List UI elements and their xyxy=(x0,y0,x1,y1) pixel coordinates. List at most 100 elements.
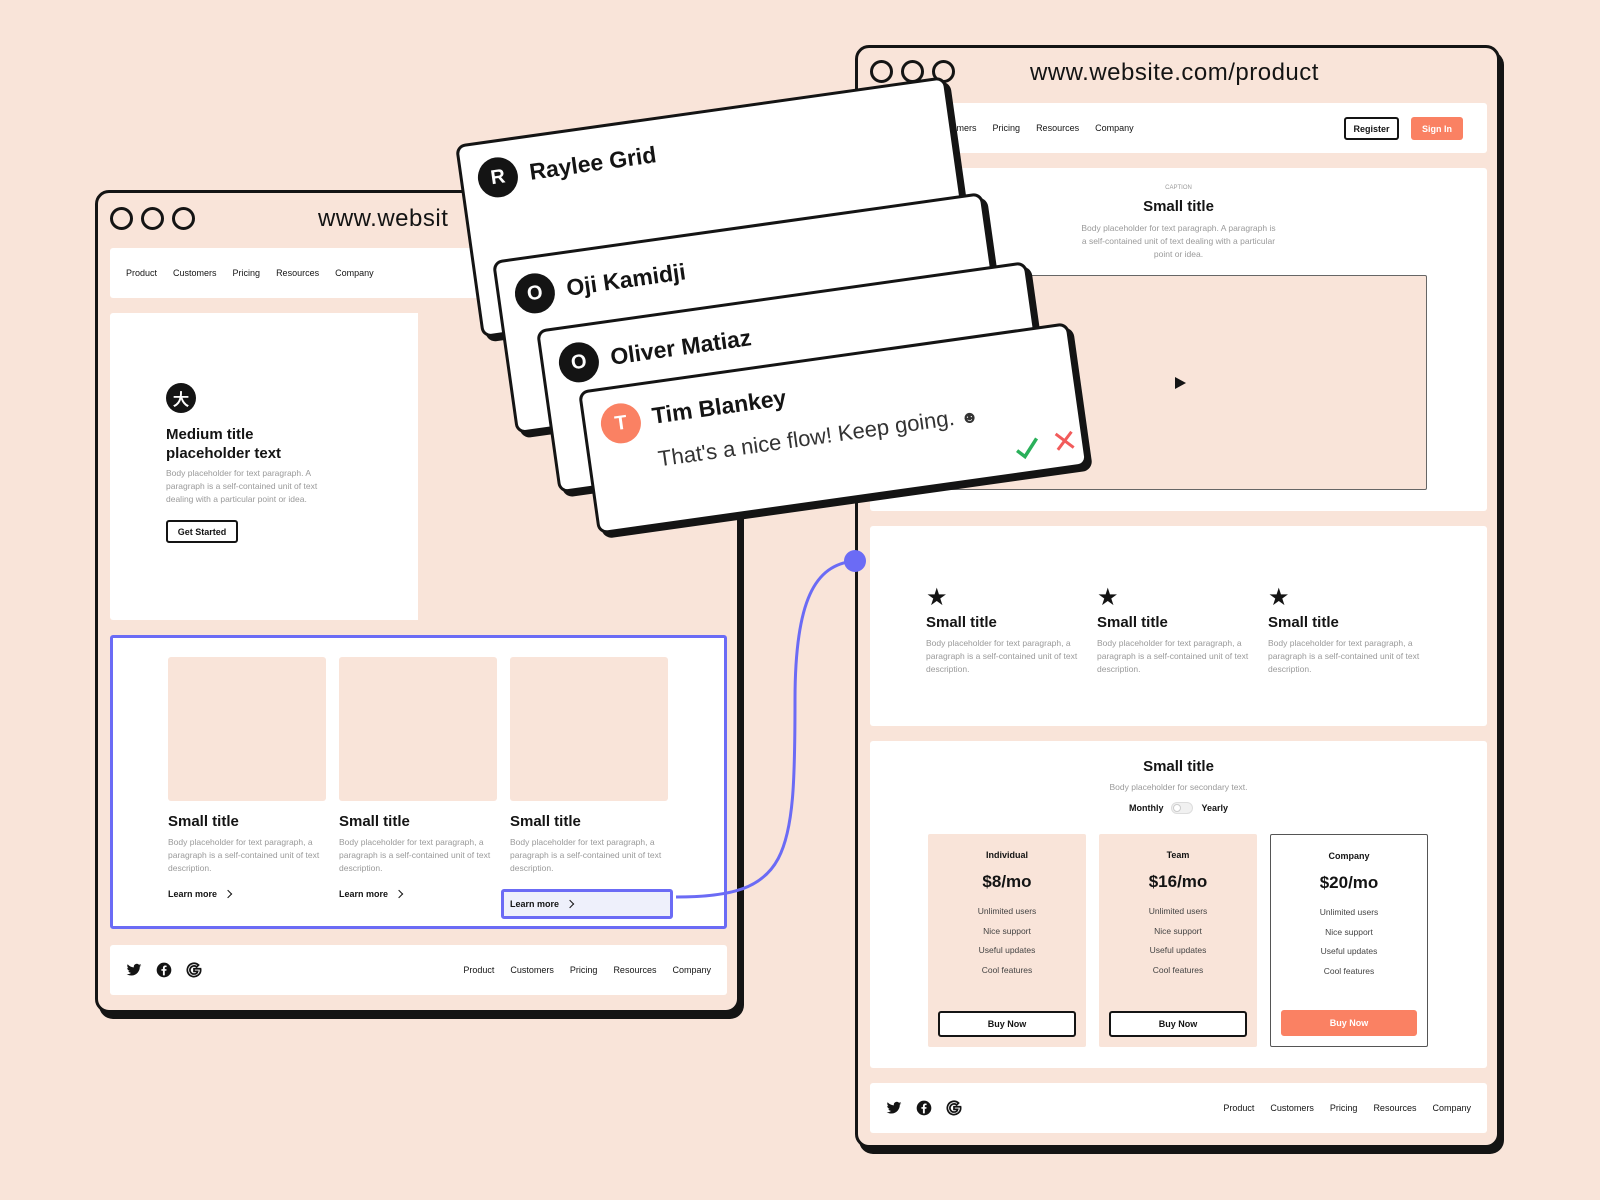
plan-feature: Unlimited users xyxy=(977,906,1037,916)
selection-outline xyxy=(110,635,727,929)
twitter-icon[interactable] xyxy=(886,1100,902,1116)
facebook-icon[interactable] xyxy=(156,962,172,978)
window-dot[interactable] xyxy=(110,207,133,230)
hero-body-text: Body placeholder for text paragraph. A p… xyxy=(166,468,318,504)
hero-title: Medium title placeholder text xyxy=(166,426,282,462)
footer-link-company[interactable]: Company xyxy=(672,965,711,975)
feature-body: Body placeholder for text paragraph, a p… xyxy=(1268,638,1420,674)
plan-price: $20/mo xyxy=(1319,873,1379,892)
get-started-button[interactable]: Get Started xyxy=(166,520,238,543)
commenter-name: Raylee Grid xyxy=(527,141,658,185)
plan-name: Company xyxy=(1328,851,1370,861)
footer-link-resources[interactable]: Resources xyxy=(613,965,656,975)
plan-feature: Useful updates xyxy=(978,945,1036,955)
feature-body: Body placeholder for text paragraph, a p… xyxy=(926,638,1078,674)
plan-feature: Useful updates xyxy=(1149,945,1207,955)
nav-link-customers[interactable]: Customers xyxy=(933,123,977,133)
logo-icon: 大 xyxy=(166,383,196,413)
plan-feature: Nice support xyxy=(983,926,1031,936)
plan-feature: Cool features xyxy=(1152,965,1204,975)
hero-image-placeholder xyxy=(418,313,727,620)
plan-feature: Unlimited users xyxy=(1319,907,1379,917)
window-controls xyxy=(110,207,195,230)
google-icon[interactable] xyxy=(186,962,202,978)
window-dot[interactable] xyxy=(932,60,955,83)
pricing-card-individual: Individual $8/mo Unlimited users Nice su… xyxy=(928,834,1086,1047)
address-bar-url[interactable]: www.websit xyxy=(318,205,448,233)
buy-now-button[interactable]: Buy Now xyxy=(938,1011,1076,1037)
feature-title: Small title xyxy=(926,614,997,631)
buy-now-button[interactable]: Buy Now xyxy=(1281,1010,1417,1036)
plan-feature: Unlimited users xyxy=(1148,906,1208,916)
feature-3: ★ Small title Body placeholder for text … xyxy=(1268,586,1423,676)
window-dot[interactable] xyxy=(901,60,924,83)
footer: Product Customers Pricing Resources Comp… xyxy=(870,1083,1487,1133)
video-placeholder[interactable] xyxy=(930,275,1427,490)
feature-body: Body placeholder for text paragraph, a p… xyxy=(1097,638,1249,674)
window-dot[interactable] xyxy=(870,60,893,83)
caption: CAPTION xyxy=(1165,185,1192,191)
intro-section: CAPTION Small title Body placeholder for… xyxy=(870,168,1487,511)
plan-price: $8/mo xyxy=(982,872,1032,891)
pricing-section: Small title Body placeholder for seconda… xyxy=(870,741,1487,1068)
yearly-label[interactable]: Yearly xyxy=(1201,803,1228,813)
feature-2: ★ Small title Body placeholder for text … xyxy=(1097,586,1252,676)
nav-link-product[interactable]: Product xyxy=(886,123,917,133)
footer-link-product[interactable]: Product xyxy=(463,965,494,975)
star-icon: ★ xyxy=(1268,584,1290,611)
intro-body: Body placeholder for text paragraph. A p… xyxy=(1081,223,1276,259)
plan-feature: Cool features xyxy=(981,965,1033,975)
footer-link-pricing[interactable]: Pricing xyxy=(1330,1103,1358,1113)
nav-link-company[interactable]: Company xyxy=(335,268,374,278)
plan-feature: Nice support xyxy=(1154,926,1202,936)
footer-link-company[interactable]: Company xyxy=(1432,1103,1471,1113)
buy-now-button[interactable]: Buy Now xyxy=(1109,1011,1247,1037)
nav-link-pricing[interactable]: Pricing xyxy=(233,268,261,278)
top-nav-bar: Product Customers Pricing Resources Comp… xyxy=(870,103,1487,153)
pricing-title: Small title xyxy=(1143,758,1214,775)
footer-link-pricing[interactable]: Pricing xyxy=(570,965,598,975)
left-browser-window: www.websit Product Customers Pricing Res… xyxy=(95,190,740,1013)
pricing-subtitle: Body placeholder for secondary text. xyxy=(1109,782,1248,792)
register-button[interactable]: Register xyxy=(1344,117,1399,140)
google-icon[interactable] xyxy=(946,1100,962,1116)
footer-link-customers[interactable]: Customers xyxy=(510,965,554,975)
footer-link-product[interactable]: Product xyxy=(1223,1103,1254,1113)
nav-link-resources[interactable]: Resources xyxy=(1036,123,1079,133)
billing-toggle-row: Monthly Yearly xyxy=(870,802,1487,814)
feature-1: ★ Small title Body placeholder for text … xyxy=(926,586,1081,676)
twitter-icon[interactable] xyxy=(126,962,142,978)
footer: Product Customers Pricing Resources Comp… xyxy=(110,945,727,995)
nav-link-company[interactable]: Company xyxy=(1095,123,1134,133)
nav-link-customers[interactable]: Customers xyxy=(173,268,217,278)
right-browser-window: www.website.com/product Product Customer… xyxy=(855,45,1500,1148)
window-dot[interactable] xyxy=(172,207,195,230)
pricing-card-company: Company $20/mo Unlimited users Nice supp… xyxy=(1270,834,1428,1047)
pricing-card-team: Team $16/mo Unlimited users Nice support… xyxy=(1099,834,1257,1047)
feature-title: Small title xyxy=(1268,614,1339,631)
window-dot[interactable] xyxy=(141,207,164,230)
nav-link-resources[interactable]: Resources xyxy=(276,268,319,278)
hero-section: 大 Medium title placeholder text Body pla… xyxy=(110,313,727,620)
feature-title: Small title xyxy=(1097,614,1168,631)
plan-feature: Useful updates xyxy=(1320,946,1378,956)
plan-feature: Cool features xyxy=(1323,966,1375,976)
toggle-knob xyxy=(1173,804,1182,812)
nav-link-product[interactable]: Product xyxy=(126,268,157,278)
address-bar-url[interactable]: www.website.com/product xyxy=(1030,59,1319,87)
intro-title: Small title xyxy=(1143,198,1214,215)
nav-link-pricing[interactable]: Pricing xyxy=(993,123,1021,133)
footer-link-resources[interactable]: Resources xyxy=(1373,1103,1416,1113)
footer-link-customers[interactable]: Customers xyxy=(1270,1103,1314,1113)
facebook-icon[interactable] xyxy=(916,1100,932,1116)
star-icon: ★ xyxy=(1097,584,1119,611)
plan-price: $16/mo xyxy=(1148,872,1208,891)
monthly-label[interactable]: Monthly xyxy=(1129,803,1164,813)
window-controls xyxy=(870,60,955,83)
features-section: ★ Small title Body placeholder for text … xyxy=(870,526,1487,726)
billing-toggle[interactable] xyxy=(1171,802,1194,814)
star-icon: ★ xyxy=(926,584,948,611)
play-icon[interactable] xyxy=(1174,376,1186,389)
sign-in-button[interactable]: Sign In xyxy=(1411,117,1463,140)
top-nav-bar: Product Customers Pricing Resources Comp… xyxy=(110,248,727,298)
